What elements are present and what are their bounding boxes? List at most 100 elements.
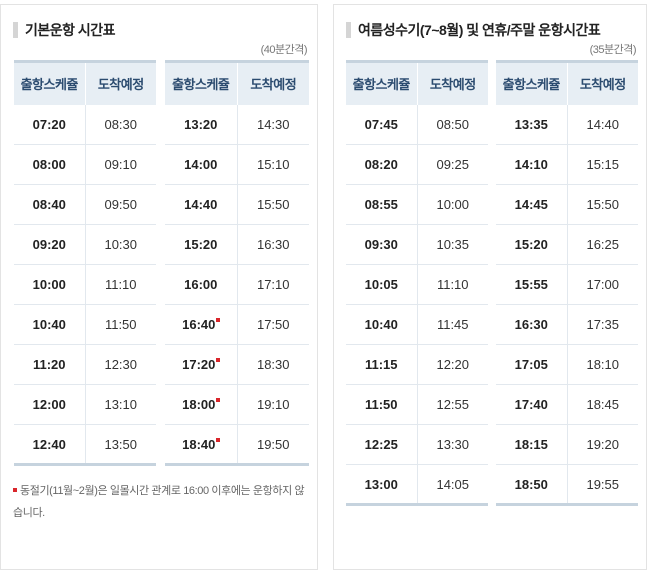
- winter-suspended-marker-icon: [216, 398, 221, 402]
- summer-schedule-table-morning: 출항스케쥴 도착예정 07:45 08:50 08:20 09:25 08:55 10:0…: [346, 60, 488, 506]
- notice-bullet-icon: [13, 488, 17, 492]
- departure-time: 12:00: [32, 397, 66, 412]
- departure-time: 14:10: [514, 157, 548, 172]
- arrival-time-cell: 15:50: [236, 184, 309, 225]
- departure-time-cell: 17:40: [496, 384, 567, 425]
- arrival-time-cell: 11:10: [84, 264, 156, 305]
- departure-time-cell: 07:45: [346, 104, 417, 145]
- schedule-row: 12:25 13:30: [346, 424, 488, 465]
- departure-time: 10:00: [32, 277, 66, 292]
- arrival-time-cell: 13:30: [416, 424, 488, 465]
- departure-time-cell: 11:15: [346, 344, 417, 385]
- arrival-time-cell: 09:50: [84, 184, 156, 225]
- departure-time: 12:40: [32, 436, 66, 452]
- departure-time: 11:50: [364, 397, 398, 412]
- arrival-time-cell: 12:30: [84, 344, 156, 385]
- arrival-time-cell: 10:30: [84, 224, 156, 265]
- arrival-time-cell: 13:50: [84, 424, 156, 466]
- departure-time-cell: 09:30: [346, 224, 417, 265]
- departure-time: 08:00: [32, 157, 66, 172]
- schedule-row: 09:30 10:35: [346, 224, 488, 265]
- departure-time: 13:00: [364, 476, 398, 492]
- departure-time: 10:05: [364, 277, 398, 292]
- departure-time: 08:55: [364, 197, 398, 212]
- arrival-time-cell: 17:00: [566, 264, 638, 305]
- winter-suspended-marker-icon: [216, 318, 221, 322]
- departure-time-cell: 13:20: [165, 104, 237, 145]
- schedule-row: 16:40 17:50: [165, 304, 309, 345]
- schedule-row: 11:20 12:30: [14, 344, 156, 385]
- departure-column-header: 출항스케쥴: [14, 60, 85, 105]
- schedule-row: 14:00 15:10: [165, 144, 309, 185]
- arrival-time-cell: 12:20: [416, 344, 488, 385]
- departure-time-cell: 10:00: [14, 264, 85, 305]
- arrival-time-cell: 09:10: [84, 144, 156, 185]
- arrival-time-cell: 18:45: [566, 384, 638, 425]
- schedule-row: 08:55 10:00: [346, 184, 488, 225]
- arrival-time-cell: 14:05: [416, 464, 488, 506]
- departure-time: 16:00: [184, 277, 218, 292]
- arrival-time-cell: 16:25: [566, 224, 638, 265]
- schedule-row: 12:00 13:10: [14, 384, 156, 425]
- schedule-row: 16:00 17:10: [165, 264, 309, 305]
- departure-time-cell: 09:20: [14, 224, 85, 265]
- departure-time: 17:20: [182, 357, 216, 372]
- departure-time: 08:20: [364, 157, 398, 172]
- departure-time: 13:35: [514, 116, 548, 132]
- schedule-row: 08:20 09:25: [346, 144, 488, 185]
- schedule-row: 10:40 11:50: [14, 304, 156, 345]
- winter-suspended-marker-icon: [216, 437, 221, 442]
- departure-time: 15:20: [184, 237, 218, 252]
- schedule-row: 17:20 18:30: [165, 344, 309, 385]
- schedule-row: 14:40 15:50: [165, 184, 309, 225]
- departure-time-cell: 15:20: [165, 224, 237, 265]
- schedule-row: 17:40 18:45: [496, 384, 638, 425]
- arrival-time-cell: 11:45: [416, 304, 488, 345]
- departure-time-cell: 12:25: [346, 424, 417, 465]
- basic-interval-label: (40분간격): [260, 44, 308, 56]
- arrival-time-cell: 19:10: [236, 384, 309, 425]
- departure-time: 15:20: [514, 237, 548, 252]
- schedule-row: 13:20 14:30: [165, 104, 309, 145]
- departure-time: 09:30: [364, 237, 398, 252]
- departure-time-cell: 07:20: [14, 104, 85, 145]
- schedule-row: 13:00 14:05: [346, 464, 488, 506]
- departure-time: 17:05: [514, 357, 548, 372]
- schedule-row: 17:05 18:10: [496, 344, 638, 385]
- arrival-time-cell: 17:35: [566, 304, 638, 345]
- departure-time: 12:25: [364, 437, 398, 452]
- departure-time-cell: 10:40: [346, 304, 417, 345]
- arrival-time-cell: 17:50: [236, 304, 309, 345]
- schedule-row: 15:20 16:25: [496, 224, 638, 265]
- schedule-row: 18:00 19:10: [165, 384, 309, 425]
- departure-column-header: 출항스케쥴: [165, 60, 237, 105]
- summer-schedule-table-afternoon: 출항스케쥴 도착예정 13:35 14:40 14:10 15:15 14:45 15:5…: [496, 60, 638, 506]
- arrival-time-cell: 16:30: [236, 224, 309, 265]
- departure-time-cell: 11:20: [14, 344, 85, 385]
- departure-time-cell: 11:50: [346, 384, 417, 425]
- departure-time: 08:40: [32, 197, 66, 212]
- arrival-time-cell: 11:10: [416, 264, 488, 305]
- basic-schedule-table-morning: 출항스케쥴 도착예정 07:20 08:30 08:00 09:10 08:40 09:5…: [14, 60, 156, 466]
- schedule-row: 15:55 17:00: [496, 264, 638, 305]
- schedule-row: 13:35 14:40: [496, 104, 638, 145]
- departure-time-cell: 10:05: [346, 264, 417, 305]
- departure-time: 14:45: [514, 197, 548, 212]
- departure-time-cell: 15:20: [496, 224, 567, 265]
- departure-time-cell: 14:00: [165, 144, 237, 185]
- winter-suspended-marker-icon: [216, 358, 221, 362]
- departure-time: 15:55: [514, 277, 548, 292]
- schedule-row: 10:40 11:45: [346, 304, 488, 345]
- winter-notice: 동절기(11월~2월)은 일몰시간 관계로 16:00 이후에는 운항하지 않습…: [13, 480, 309, 524]
- departure-time-cell: 18:50: [496, 464, 567, 506]
- schedule-row: 10:00 11:10: [14, 264, 156, 305]
- summer-interval-label: (35분간격): [589, 44, 637, 56]
- departure-time-cell: 08:20: [346, 144, 417, 185]
- arrival-column-header: 도착예정: [236, 60, 309, 105]
- arrival-time-cell: 14:30: [236, 104, 309, 145]
- schedule-row: 11:15 12:20: [346, 344, 488, 385]
- schedule-row: 10:05 11:10: [346, 264, 488, 305]
- departure-time: 18:00: [182, 397, 216, 412]
- arrival-time-cell: 11:50: [84, 304, 156, 345]
- schedule-row: 14:10 15:15: [496, 144, 638, 185]
